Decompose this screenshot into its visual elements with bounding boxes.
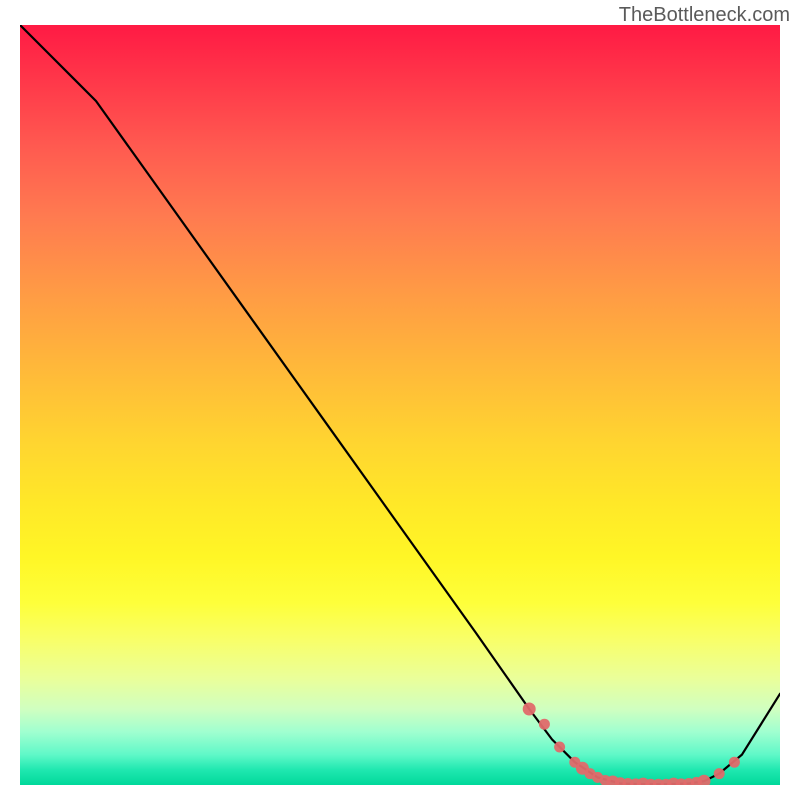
- marker-layer: [523, 703, 740, 786]
- marker-dot: [554, 742, 565, 753]
- marker-dot: [539, 719, 550, 730]
- chart-container: TheBottleneck.com: [0, 0, 800, 800]
- marker-dot: [714, 768, 725, 779]
- bottleneck-curve: [20, 25, 780, 784]
- plot-area: [20, 25, 780, 785]
- chart-svg: [20, 25, 780, 785]
- marker-dot: [729, 757, 740, 768]
- marker-dot: [698, 775, 711, 785]
- marker-dot: [523, 703, 536, 716]
- watermark-text: TheBottleneck.com: [619, 4, 790, 27]
- curve-layer: [20, 25, 780, 784]
